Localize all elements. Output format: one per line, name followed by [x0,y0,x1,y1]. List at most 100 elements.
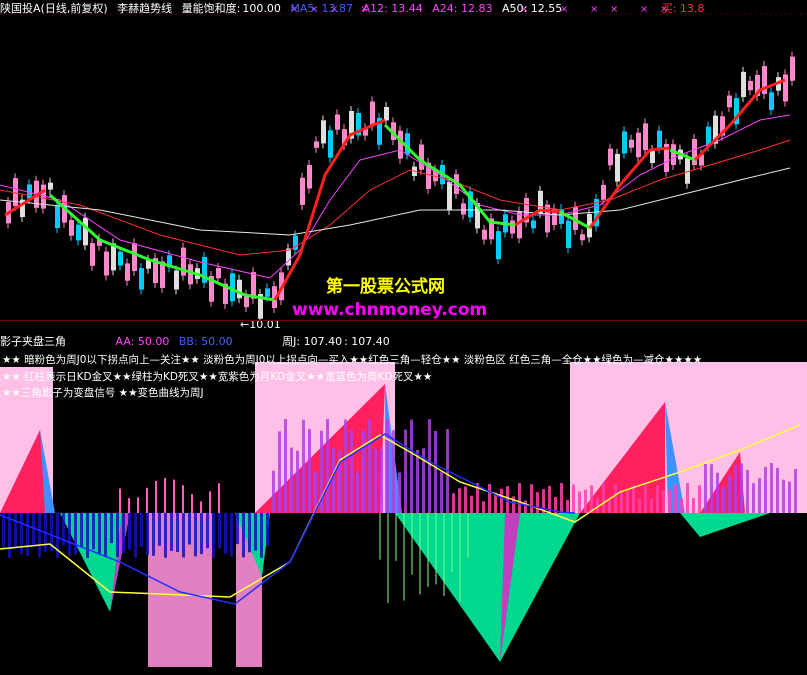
candle-body [314,141,319,148]
candle-body [650,150,655,164]
histogram-bar [638,498,641,513]
candle-body [370,101,375,126]
candle [398,125,403,164]
histogram-bar [296,450,299,513]
histogram-bar [278,431,281,513]
histogram-bar [584,489,587,513]
histogram-bar [272,470,275,513]
indicator-name[interactable]: 李赫趋势线 [117,2,172,15]
a50-value: A50: 12.55 [502,2,563,15]
histogram-bar [470,495,473,513]
candle [734,93,739,130]
candle-body [76,224,81,241]
candle-body [657,130,662,149]
candle-body [531,220,536,229]
candle-body [125,263,130,281]
candle [615,148,620,187]
histogram-bar [290,447,293,513]
candle-body [139,268,144,290]
period-label: (日线,前复权) [40,2,108,15]
candle [692,133,697,171]
histogram-bar [176,513,179,552]
candle [314,136,319,153]
aa-value: AA: 50.00 [115,335,170,348]
histogram-bar [152,513,155,556]
histogram-bar [488,483,491,513]
histogram-bar [770,463,773,513]
candle-body [447,181,452,210]
a24-value: A24: 12.83 [432,2,493,15]
candle [139,263,144,295]
candle-body [727,95,732,108]
histogram-bar [116,513,119,558]
histogram-bar [92,513,95,550]
histogram-bar [728,475,731,513]
param-value: 100.00 [242,2,281,15]
candle [181,242,186,281]
histogram-bar [428,419,431,513]
candle-body [622,131,627,154]
indicator-title[interactable]: 影子夹盘三角 [0,335,66,348]
candle-body [629,139,634,148]
candle-body [132,243,137,272]
candle [643,118,648,156]
candle-body [769,92,774,111]
histogram-bar [260,513,263,558]
histogram-bar [146,513,149,555]
histogram-bar [284,418,287,513]
candle [258,289,263,320]
histogram-bar [524,500,527,513]
candle-body [69,220,74,236]
candle-body [636,132,641,158]
histogram-bar [710,464,713,513]
zhouj-value: 周J: 107.40 [282,335,343,348]
candle [769,87,774,116]
histogram-bar [398,472,401,513]
watermark-title: 第一股票公式网 [326,277,445,297]
candle-body [48,182,53,190]
green-triangle [680,513,770,537]
histogram-bar [188,513,191,545]
histogram-bar [302,419,305,513]
candle-body [601,184,606,200]
candle [496,226,501,265]
histogram-bar [500,488,503,513]
candle [594,194,599,232]
param-label: 量能饱和度: [181,2,241,15]
histogram-bar [416,449,419,513]
candle [727,90,732,113]
stock-name[interactable]: 陕国投A [0,2,41,15]
histogram-bar [68,513,71,556]
candle-body [265,288,270,297]
histogram-bar [236,513,239,545]
histogram-bar [434,430,437,513]
candle [664,138,669,177]
histogram-bar [464,486,467,513]
histogram-bar [746,470,749,513]
histogram-bar [548,485,551,513]
candle [748,75,753,96]
candle [286,243,291,271]
histogram-bar [224,513,227,554]
candle-body [741,71,746,98]
candle [307,159,312,194]
histogram-bar [386,419,389,513]
candle [20,194,25,223]
histogram-bar [20,513,23,555]
candle-body [580,234,585,241]
histogram-bar [626,490,629,513]
histogram-bar [560,483,563,513]
histogram-bar [350,429,353,513]
candle [783,69,788,107]
histogram-bar [344,419,347,513]
pane-divider[interactable] [0,320,807,321]
histogram-bar [14,513,17,549]
histogram-bar [680,498,683,513]
histogram-bar [650,498,653,513]
histogram-bar [458,488,461,513]
histogram-bar [440,471,443,513]
histogram-bar [566,499,569,513]
candle-body [90,243,95,266]
candle [524,192,529,228]
candle [510,215,515,239]
